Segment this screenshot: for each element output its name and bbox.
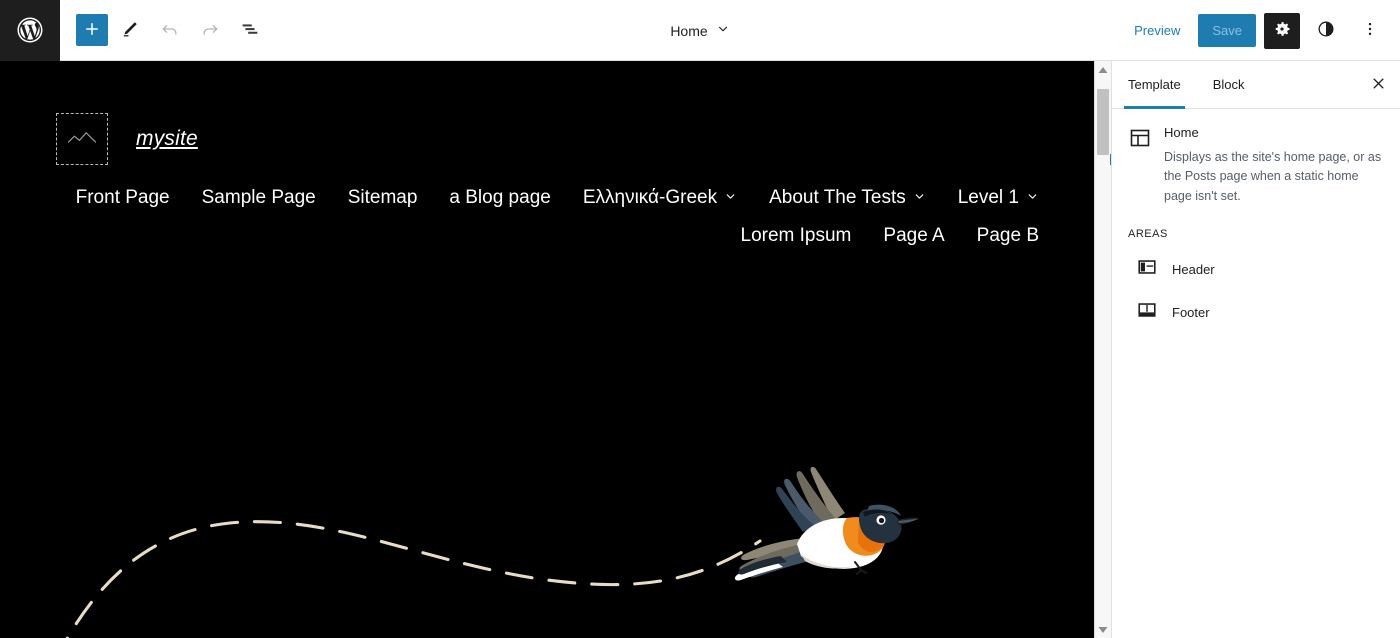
gear-icon [1272, 19, 1292, 42]
details-list-icon [239, 18, 261, 43]
undo-arrow-icon [160, 19, 180, 42]
nav-label: Sample Page [201, 187, 316, 208]
close-x-icon [1371, 76, 1386, 94]
pencil-icon [120, 19, 140, 42]
close-sidebar-button[interactable] [1356, 61, 1400, 108]
contrast-half-circle-icon [1316, 19, 1336, 42]
image-placeholder-icon [65, 126, 99, 153]
plus-icon [83, 20, 101, 41]
wordpress-logo-icon [15, 15, 45, 45]
settings-button[interactable] [1264, 12, 1300, 49]
nav-item-sample-page[interactable]: Sample Page [202, 187, 316, 209]
redo-button[interactable] [192, 12, 228, 48]
template-name: Home [1164, 125, 1199, 140]
settings-sidebar: Template Block Home Displays as the site… [1111, 61, 1400, 638]
nav-item-page-b[interactable]: Page B [977, 225, 1039, 247]
document-title-label: Home [670, 22, 708, 39]
tools-edit-button[interactable] [112, 12, 148, 48]
chevron-down-icon [1026, 187, 1039, 209]
document-title-button[interactable]: Home [662, 16, 737, 45]
navigation-row-secondary: Lorem Ipsum Page A Page B [0, 225, 1097, 247]
chevron-down-icon [716, 22, 730, 39]
template-text-group: Home Displays as the site's home page, o… [1164, 125, 1384, 206]
template-summary: Home Displays as the site's home page, o… [1128, 125, 1384, 206]
scroll-up-arrow-icon[interactable] [1095, 61, 1111, 78]
more-vertical-dots-icon [1361, 20, 1379, 41]
dashed-flight-path [65, 520, 762, 638]
nav-label: Ελληνικά-Greek [582, 187, 718, 208]
editor-canvas[interactable]: mysite Front Page Sample Page Sitemap a … [0, 61, 1097, 638]
tab-block[interactable]: Block [1197, 61, 1261, 108]
nav-label: Page A [883, 225, 945, 246]
canvas-scrollbar[interactable] [1094, 61, 1111, 638]
template-layout-icon [1128, 126, 1152, 155]
nav-label: Level 1 [957, 187, 1019, 208]
preview-button[interactable]: Preview [1124, 15, 1190, 46]
nav-item-level-1[interactable]: Level 1 [958, 187, 1039, 209]
nav-item-a-blog-page[interactable]: a Blog page [449, 187, 550, 209]
template-description: Displays as the site's home page, or as … [1164, 149, 1382, 203]
site-title[interactable]: mysite [136, 127, 198, 151]
sidebar-content: Home Displays as the site's home page, o… [1112, 109, 1400, 350]
bird-figure [734, 466, 919, 581]
scroll-down-arrow-icon[interactable] [1095, 621, 1111, 638]
nav-item-sitemap[interactable]: Sitemap [348, 187, 418, 209]
navigation-row-primary: Front Page Sample Page Sitemap a Blog pa… [0, 187, 1097, 209]
editor-toolbar: Home Preview Save [0, 0, 1400, 61]
footer-area-icon [1136, 299, 1158, 326]
nav-label: Front Page [75, 187, 170, 208]
styles-button[interactable] [1308, 13, 1344, 49]
nav-item-about-the-tests[interactable]: About The Tests [769, 187, 926, 209]
redo-arrow-icon [200, 19, 220, 42]
toolbar-left-tools [60, 12, 268, 48]
site-branding-row: mysite [0, 61, 1097, 165]
chevron-down-icon [724, 187, 737, 209]
block-inserter-button[interactable] [76, 14, 108, 46]
nav-label: a Blog page [449, 187, 551, 208]
chevron-down-icon [913, 187, 926, 209]
site-header-block[interactable]: mysite Front Page Sample Page Sitemap a … [0, 61, 1097, 247]
area-label: Footer [1172, 305, 1210, 321]
nav-label: Lorem Ipsum [740, 225, 852, 246]
area-label: Header [1172, 262, 1215, 278]
undo-button[interactable] [152, 12, 188, 48]
area-item-header[interactable]: Header [1128, 248, 1384, 291]
nav-item-lorem-ipsum[interactable]: Lorem Ipsum [741, 225, 852, 247]
nav-item-page-a[interactable]: Page A [883, 225, 944, 247]
nav-label: Sitemap [347, 187, 418, 208]
save-button[interactable]: Save [1198, 14, 1256, 47]
areas-section-label: AREAS [1128, 228, 1168, 241]
nav-item-front-page[interactable]: Front Page [76, 187, 170, 209]
nav-label: Page B [976, 225, 1039, 246]
site-logo-placeholder[interactable] [56, 113, 108, 165]
wordpress-site-editor: Home Preview Save mysite Front Page Samp… [0, 0, 1400, 638]
toolbar-right-actions: Preview Save [1124, 0, 1388, 61]
header-area-icon [1136, 256, 1158, 283]
scrollbar-thumb[interactable] [1097, 89, 1109, 155]
nav-label: About The Tests [769, 187, 906, 208]
area-item-footer[interactable]: Footer [1128, 291, 1384, 334]
wordpress-logo-button[interactable] [0, 0, 60, 61]
nav-item-ellinika-greek[interactable]: Ελληνικά-Greek [583, 187, 737, 209]
sidebar-tablist: Template Block [1112, 61, 1400, 109]
document-overview-button[interactable] [232, 12, 268, 48]
more-options-button[interactable] [1352, 13, 1388, 49]
tab-template[interactable]: Template [1112, 61, 1197, 109]
